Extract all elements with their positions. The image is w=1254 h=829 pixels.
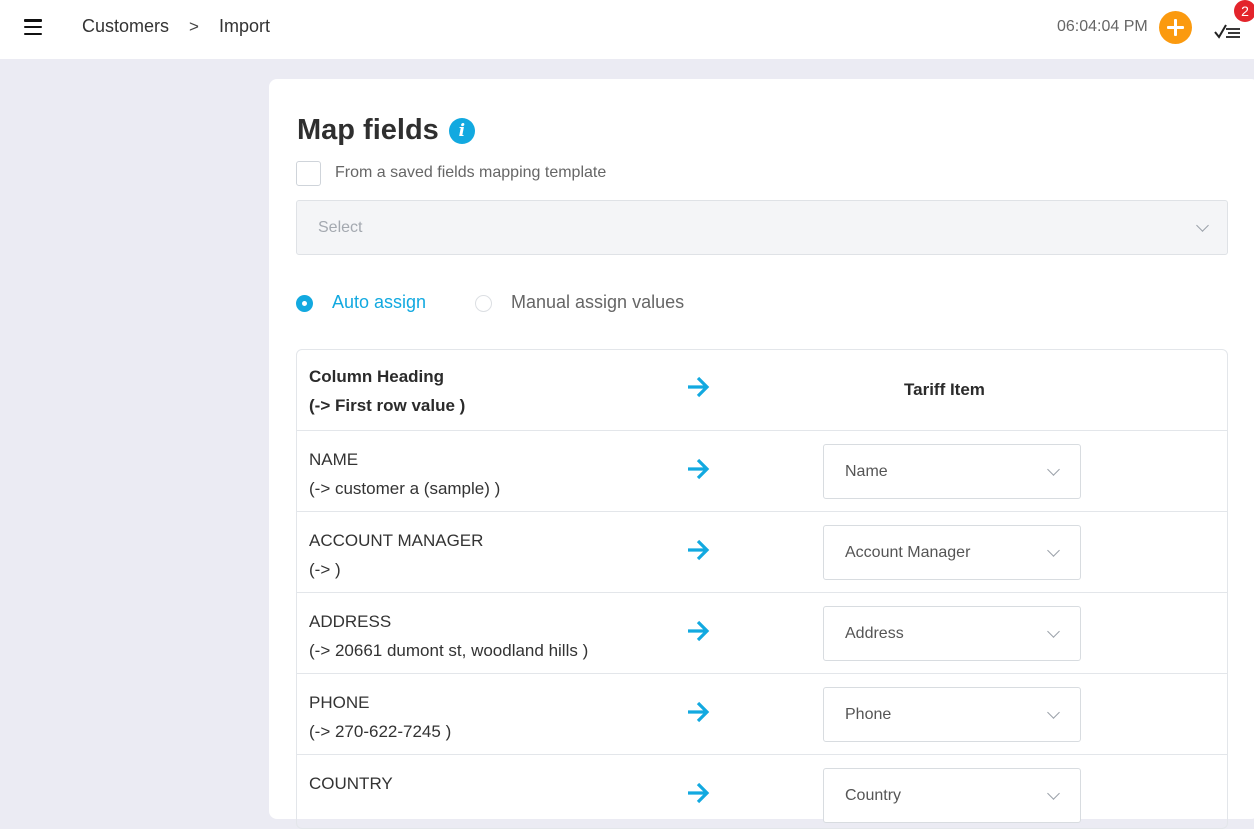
breadcrumb-customers[interactable]: Customers xyxy=(82,16,169,37)
column-heading-name: ACCOUNT MANAGER xyxy=(309,531,484,550)
arrow-right-icon xyxy=(688,620,710,642)
arrow-right-icon xyxy=(688,782,710,804)
column-heading-cell: PHONE (-> 270-622-7245 ) xyxy=(309,688,451,746)
column-heading-name: ADDRESS xyxy=(309,612,392,631)
field-select-name[interactable]: Name xyxy=(823,444,1081,499)
manual-assign-radio[interactable] xyxy=(475,295,492,312)
column-heading-cell: NAME (-> customer a (sample) ) xyxy=(309,445,500,503)
template-checkbox[interactable] xyxy=(296,161,321,186)
chevron-down-icon xyxy=(1047,625,1060,638)
arrow-right-icon xyxy=(688,539,710,561)
chevron-down-icon xyxy=(1047,706,1060,719)
first-row-value: (-> ) xyxy=(309,560,341,579)
plus-circle-icon[interactable] xyxy=(1159,11,1192,44)
hamburger-menu-icon[interactable] xyxy=(24,19,42,35)
first-row-value: (-> 270-622-7245 ) xyxy=(309,722,452,741)
field-select-phone[interactable]: Phone xyxy=(823,687,1081,742)
column-heading-header: Column Heading (-> First row value ) xyxy=(309,362,465,420)
breadcrumb-import: Import xyxy=(218,16,270,36)
table-row: ACCOUNT MANAGER (-> ) Account Manager xyxy=(297,512,1227,593)
map-fields-card: Map fields i From a saved fields mapping… xyxy=(269,79,1254,829)
auto-assign-radio[interactable] xyxy=(296,295,313,312)
field-select-value: Address xyxy=(845,625,904,642)
chevron-down-icon xyxy=(1047,787,1060,800)
top-bar: Customers > Import 06:04:04 PM 2 xyxy=(0,0,1254,59)
column-heading-cell: ADDRESS (-> 20661 dumont st, woodland hi… xyxy=(309,607,588,665)
column-heading-title: Column Heading xyxy=(309,367,445,386)
breadcrumb: Customers > Import xyxy=(82,16,270,37)
field-select-value: Country xyxy=(845,787,902,804)
chevron-down-icon xyxy=(1047,463,1060,476)
page-title: Map fields i xyxy=(297,114,475,147)
table-row: COUNTRY Country xyxy=(297,755,1227,828)
column-heading-cell: ACCOUNT MANAGER (-> ) xyxy=(309,526,483,584)
field-select-address[interactable]: Address xyxy=(823,606,1081,661)
first-row-value: (-> 20661 dumont st, woodland hills ) xyxy=(309,641,589,660)
arrow-right-icon xyxy=(688,701,710,723)
field-select-account-manager[interactable]: Account Manager xyxy=(823,525,1081,580)
chevron-down-icon xyxy=(1047,544,1060,557)
field-select-value: Account Manager xyxy=(845,544,971,561)
table-row: PHONE (-> 270-622-7245 ) Phone xyxy=(297,674,1227,755)
first-row-value: (-> customer a (sample) ) xyxy=(309,479,501,498)
mapping-table: Column Heading (-> First row value ) Tar… xyxy=(296,349,1228,829)
page-title-text: Map fields xyxy=(297,114,439,146)
template-checkbox-label: From a saved fields mapping template xyxy=(335,164,607,181)
notification-badge: 2 xyxy=(1234,0,1254,22)
template-select-placeholder: Select xyxy=(318,219,363,236)
mapping-table-header: Column Heading (-> First row value ) Tar… xyxy=(297,350,1227,431)
column-heading-name: NAME xyxy=(309,450,359,469)
arrow-right-icon xyxy=(688,376,710,398)
tariff-item-header: Tariff Item xyxy=(904,380,985,399)
field-select-value: Name xyxy=(845,463,888,480)
table-row: NAME (-> customer a (sample) ) Name xyxy=(297,431,1227,512)
clock: 06:04:04 PM xyxy=(1057,18,1148,35)
field-select-value: Phone xyxy=(845,706,892,723)
chevron-down-icon xyxy=(1196,219,1209,232)
breadcrumb-separator: > xyxy=(189,16,199,36)
column-heading-cell: COUNTRY xyxy=(309,769,393,798)
auto-assign-label[interactable]: Auto assign xyxy=(332,292,426,313)
column-heading-name: PHONE xyxy=(309,693,370,712)
first-row-value-title: (-> First row value ) xyxy=(309,396,466,415)
column-heading-name: COUNTRY xyxy=(309,774,393,793)
table-row: ADDRESS (-> 20661 dumont st, woodland hi… xyxy=(297,593,1227,674)
info-icon[interactable]: i xyxy=(448,117,475,144)
manual-assign-label[interactable]: Manual assign values xyxy=(511,292,684,313)
arrow-right-icon xyxy=(688,458,710,480)
field-select-country[interactable]: Country xyxy=(823,768,1081,823)
template-select[interactable]: Select xyxy=(296,200,1228,255)
